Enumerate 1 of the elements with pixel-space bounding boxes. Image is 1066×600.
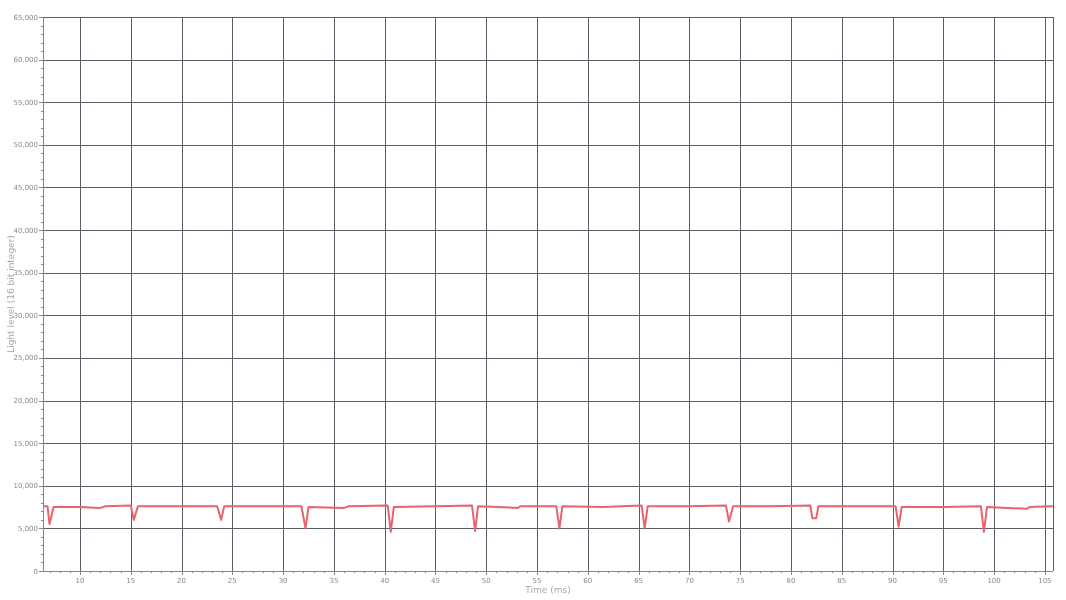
x-axis-title: Time (ms) [525,585,571,595]
